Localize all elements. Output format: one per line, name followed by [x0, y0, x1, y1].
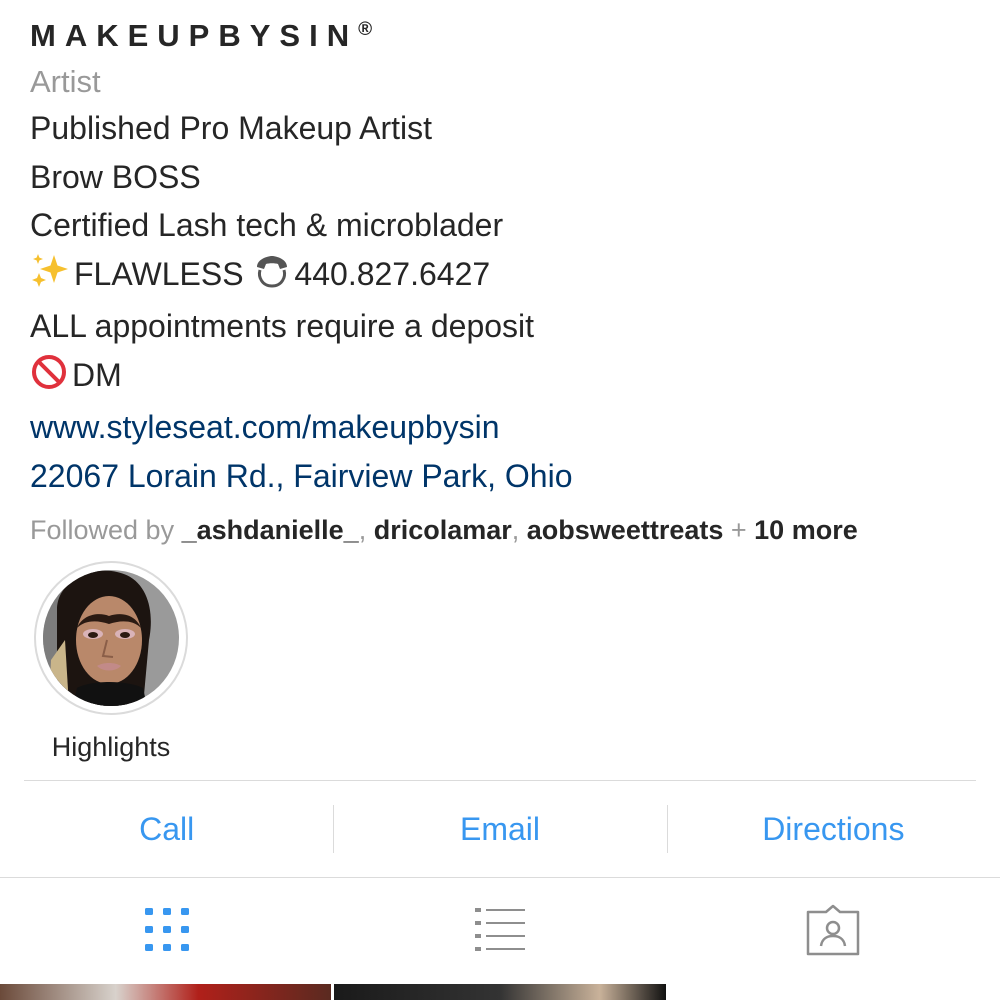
bio-line-3: Certified Lash tech & microblader: [30, 207, 504, 243]
email-button[interactable]: Email: [333, 781, 666, 877]
bio-dm-text: DM: [72, 356, 122, 393]
followed-by[interactable]: Followed by _ashdanielle_, dricolamar, a…: [30, 508, 990, 552]
list-icon: [474, 908, 525, 951]
profile-name: MAKEUPBYSIN®: [30, 8, 990, 58]
tab-list[interactable]: [333, 878, 666, 982]
directions-button[interactable]: Directions: [666, 781, 1000, 877]
bio-line-2: Brow BOSS: [30, 158, 201, 195]
bio-line-1: Published Pro Makeup Artist: [30, 110, 432, 146]
call-button[interactable]: Call: [0, 781, 333, 877]
post-thumbnail[interactable]: [668, 984, 1000, 1000]
post-thumbnail[interactable]: [0, 984, 332, 1000]
sparkles-icon: [30, 253, 72, 303]
profile-name-text: MAKEUPBYSIN: [30, 18, 359, 53]
post-thumbnail[interactable]: [334, 984, 666, 1000]
phone-icon: [252, 253, 292, 303]
registered-mark: ®: [358, 19, 373, 40]
follower-name[interactable]: _ashdanielle_: [182, 515, 359, 545]
followed-by-prefix: Followed by: [30, 515, 182, 545]
contact-buttons: Call Email Directions: [0, 781, 1000, 877]
follower-name[interactable]: aobsweettreats: [527, 515, 724, 545]
highlight-ring: [34, 561, 188, 715]
post-grid: [0, 984, 1000, 1000]
highlight-label: Highlights: [51, 732, 171, 762]
profile-bio: MAKEUPBYSIN® Artist Published Pro Makeup…: [30, 8, 990, 552]
bio-line-5: ALL appointments require a deposit: [30, 308, 535, 344]
followed-separator: ,: [511, 515, 527, 545]
website-link[interactable]: www.styleseat.com/makeupbysin: [30, 403, 990, 452]
bio-line-4: FLAWLESS 440.827.6427: [30, 250, 990, 303]
address-link[interactable]: 22067 Lorain Rd., Fairview Park, Ohio: [30, 452, 990, 501]
tab-grid[interactable]: [0, 878, 333, 982]
prohibited-icon: [30, 354, 70, 404]
grid-icon: [144, 908, 189, 951]
followed-more[interactable]: 10 more: [754, 515, 858, 545]
followed-plus: +: [723, 515, 755, 545]
tab-tagged[interactable]: [667, 878, 1000, 982]
bio-line-6: DM: [30, 351, 990, 404]
highlight-cover-image: [43, 570, 179, 706]
story-highlight[interactable]: Highlights: [34, 561, 188, 765]
follower-name[interactable]: dricolamar: [374, 515, 512, 545]
phone-number-link[interactable]: 440.827.6427: [294, 256, 490, 292]
view-tabs: [0, 878, 1000, 982]
bio-flawless-text: FLAWLESS: [74, 255, 253, 292]
profile-category: Artist: [30, 64, 101, 99]
followed-separator: ,: [358, 515, 374, 545]
tagged-icon: [807, 904, 860, 956]
